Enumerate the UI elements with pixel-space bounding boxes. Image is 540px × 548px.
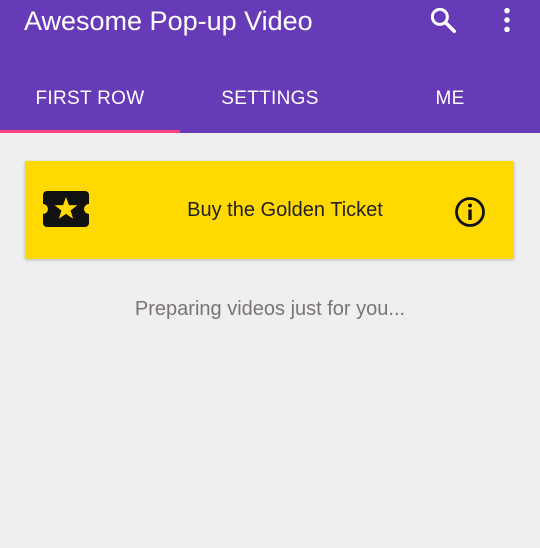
loading-status-text: Preparing videos just for you... (134, 298, 406, 320)
tab-first-row[interactable]: FIRST ROW (0, 66, 180, 133)
tab-label: ME (435, 87, 465, 109)
app-bar: Awesome Pop-up Video FIRST ROW SETTINGS … (0, 0, 540, 133)
tab-label: SETTINGS (221, 87, 319, 109)
tab-bar: FIRST ROW SETTINGS ME (0, 66, 540, 133)
search-button[interactable] (425, 2, 461, 38)
golden-ticket-label: Buy the Golden Ticket (187, 199, 383, 221)
info-icon[interactable] (454, 196, 486, 228)
tab-label: FIRST ROW (35, 87, 145, 109)
app-title: Awesome Pop-up Video (24, 6, 313, 36)
more-options-button[interactable] (489, 2, 525, 38)
tab-settings[interactable]: SETTINGS (180, 66, 360, 133)
more-vert-icon (504, 7, 510, 33)
ticket-star-icon (43, 191, 89, 227)
search-icon (430, 7, 456, 33)
golden-ticket-card[interactable]: Buy the Golden Ticket (25, 161, 514, 259)
tab-me[interactable]: ME (360, 66, 540, 133)
